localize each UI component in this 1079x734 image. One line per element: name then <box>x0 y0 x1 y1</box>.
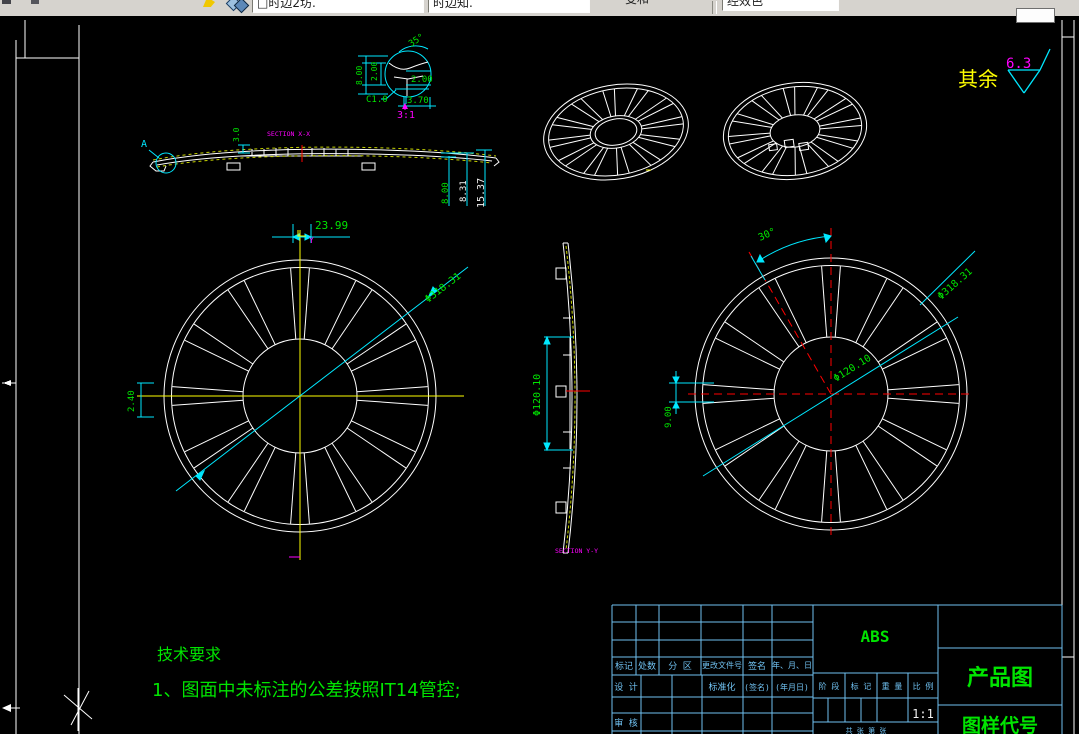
cad-window: □时边2坊. 时边知. 变和 经效色 <box>0 0 1079 734</box>
front-slot-dim: 2.40 <box>127 390 137 412</box>
title-block: 标记 处数 分 区 更改文件号 签名 年、月、日 设 计 标准化 (签名) (年… <box>611 604 1063 734</box>
iso-disc-left <box>543 83 689 181</box>
rev-header-zone: 分 区 <box>668 661 691 672</box>
detail-a-view: 35° 8.00 2.00 2.00 C1.0 3.70 3:1 <box>355 32 436 121</box>
scale-value: 1:1 <box>912 707 934 721</box>
detail-scale-label: 3:1 <box>397 110 415 121</box>
surface-finish-note: 其余 6.3 <box>958 48 1051 94</box>
scale-label: 比 例 <box>913 681 934 691</box>
rev-header-sign: 签名 <box>748 660 766 672</box>
back-wheel-view: 30° Φ318.31 Φ120.10 9.00 <box>664 226 976 536</box>
section-a-view: A SECTION X-X 3.0 8.00 8.31 15.37 <box>141 127 500 208</box>
tech-requirements: 技术要求 1、图面中未标注的公差按照IT14管控; <box>152 645 461 701</box>
stage-label: 阶 段 <box>819 681 840 691</box>
iso-disc-right <box>722 81 868 181</box>
date-hint: (年月日) <box>775 682 809 692</box>
front-outer-dia-dim: Φ318.31 <box>423 271 463 305</box>
product-title: 产品图 <box>967 666 1033 691</box>
section-a-detail-mark: A <box>141 139 147 150</box>
design-label: 设 计 <box>614 681 637 693</box>
toolbar-icon-fragment[interactable] <box>31 0 39 4</box>
drawing-code-label: 图样代号 <box>962 714 1038 734</box>
standardization-label: 标准化 <box>708 681 735 693</box>
sheet-note: 共 张 第 张 <box>846 726 887 734</box>
mark-label: 标 记 <box>851 681 872 691</box>
section-a-h3-dim: 15.37 <box>476 178 487 208</box>
layer-dropdown-value: □时边2坊. <box>257 0 316 10</box>
properties-toolbar: □时边2坊. 时边知. 变和 经效色 <box>0 0 1079 16</box>
rev-header-count: 处数 <box>638 660 656 672</box>
drawing-area: 35° 8.00 2.00 2.00 C1.0 3.70 3:1 A SECTI… <box>0 0 1079 734</box>
side-hub-dia-dim: Φ120.10 <box>532 374 543 416</box>
toolbar-white-box <box>1016 8 1055 23</box>
section-a-thickness-dim: 3.0 <box>232 127 241 142</box>
rev-header-date: 年、月、日 <box>772 660 812 670</box>
section-a-label: SECTION X-X <box>267 130 310 138</box>
detail-width-dim: 2.00 <box>411 75 433 85</box>
detail-length-dim: 3.70 <box>407 96 429 106</box>
material-value: ABS <box>861 627 890 646</box>
side-section-view: Φ120.10 SECTION Y-Y <box>532 242 598 555</box>
tech-req-item-1: 1、图面中未标注的公差按照IT14管控; <box>152 680 461 701</box>
layer-dropdown[interactable]: □时边2坊. <box>252 0 424 13</box>
back-rim-dim: 9.00 <box>664 406 674 428</box>
cad-canvas[interactable]: 35° 8.00 2.00 2.00 C1.0 3.70 3:1 A SECTI… <box>0 0 1079 734</box>
back-angle-dim: 30° <box>757 226 778 243</box>
make-layer-icon[interactable] <box>203 0 217 8</box>
toolbar-separator <box>712 1 717 14</box>
front-wheel-view: 23.99 Φ318.31 2.40 Y <box>127 219 469 560</box>
front-offset-dim: 23.99 <box>315 219 348 232</box>
tech-req-title: 技术要求 <box>157 645 221 664</box>
color-dropdown[interactable]: 经效色 <box>722 0 839 11</box>
linetype-dropdown[interactable]: 时边知. <box>428 0 590 13</box>
back-hub-dia-dim: Φ120.10 <box>832 353 874 385</box>
section-a-h1-dim: 8.00 <box>441 182 451 204</box>
layers-icon[interactable] <box>225 0 250 14</box>
detail-chamfer-dim: C1.0 <box>366 95 388 105</box>
sign-hint: (签名) <box>744 682 770 692</box>
surface-finish-prefix: 其余 <box>958 67 998 91</box>
detail-height-dim: 8.00 <box>355 66 364 85</box>
detail-depth-dim: 2.00 <box>370 62 379 81</box>
side-section-label: SECTION Y-Y <box>555 547 598 555</box>
toolbar-label: 变和 <box>625 0 649 8</box>
weight-label: 重 量 <box>882 681 903 691</box>
color-dropdown-value: 经效色 <box>727 0 764 8</box>
front-axis-mark: Y <box>309 236 314 245</box>
audit-label: 审 核 <box>614 717 637 729</box>
rev-header-docno: 更改文件号 <box>702 660 742 670</box>
section-a-h2-dim: 8.31 <box>459 180 469 202</box>
toolbar-icon-fragment[interactable] <box>2 0 11 4</box>
linetype-dropdown-value: 时边知. <box>433 0 473 10</box>
rev-header-mark: 标记 <box>615 660 633 672</box>
